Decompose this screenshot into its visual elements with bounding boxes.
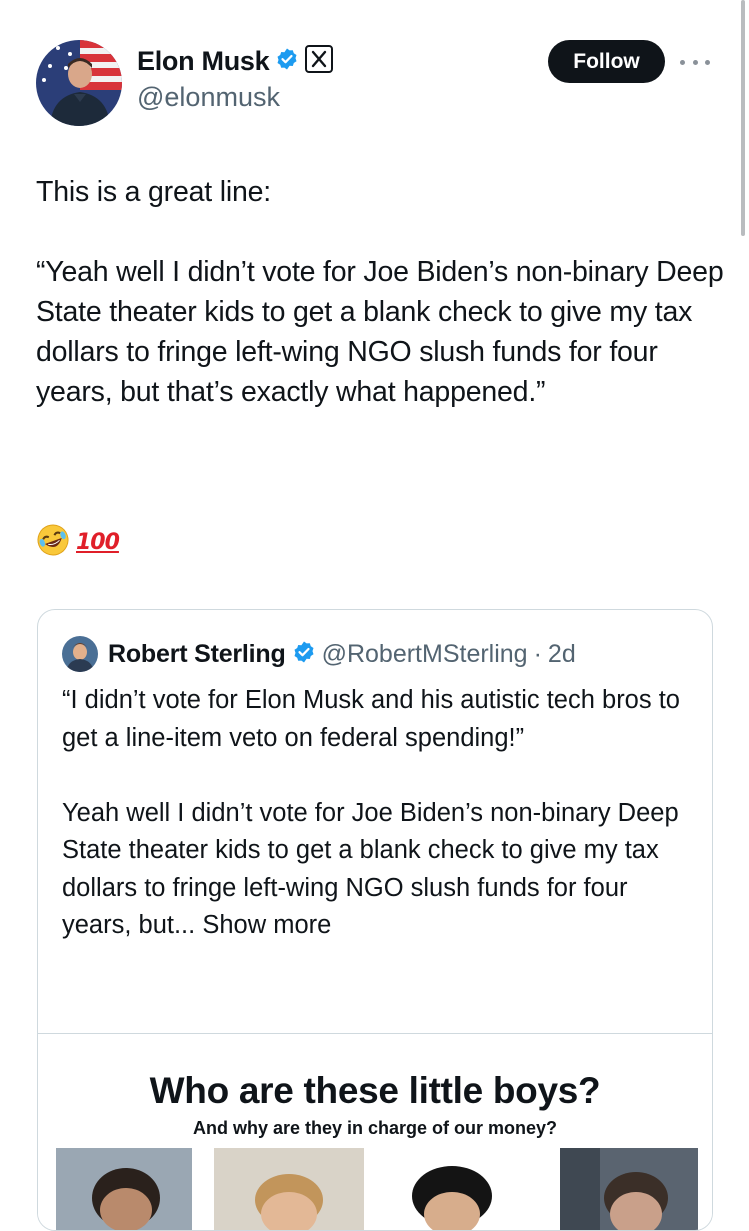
- quoted-post-text-container: “I didn’t vote for Elon Musk and his aut…: [62, 682, 692, 945]
- post-text: This is a great line: “Yeah well I didn’…: [36, 176, 724, 408]
- author-name-row: Elon Musk: [137, 45, 334, 78]
- quoted-author-handle[interactable]: @RobertMSterling: [322, 640, 528, 669]
- image-photo-4: [560, 1148, 698, 1230]
- author-name[interactable]: Elon Musk: [137, 46, 270, 77]
- quoted-post-image[interactable]: Who are these little boys? And why are t…: [38, 1033, 712, 1230]
- follow-button[interactable]: Follow: [548, 40, 665, 83]
- post-emojis: 100: [36, 523, 120, 562]
- ellipsis-icon[interactable]: [680, 56, 710, 68]
- image-photo-3: [376, 1148, 528, 1230]
- image-title: Who are these little boys?: [149, 1070, 601, 1111]
- image-photo-2: [214, 1148, 364, 1230]
- show-more-link[interactable]: Show more: [202, 911, 331, 939]
- author-handle[interactable]: @elonmusk: [137, 82, 280, 113]
- image-photo-1: [56, 1148, 192, 1230]
- scrollbar[interactable]: [741, 0, 745, 236]
- quoted-post-text: “I didn’t vote for Elon Musk and his aut…: [62, 686, 680, 939]
- hundred-emoji-icon: 100: [76, 530, 120, 555]
- verified-badge-icon[interactable]: [275, 47, 299, 76]
- quoted-post[interactable]: Robert Sterling @RobertMSterling · 2d “I…: [37, 609, 713, 1231]
- verified-badge-icon[interactable]: [292, 640, 316, 669]
- quoted-author-avatar[interactable]: [62, 636, 98, 672]
- quoted-post-time[interactable]: 2d: [548, 640, 576, 669]
- image-subtitle: And why are they in charge of our money?: [192, 1118, 558, 1138]
- quoted-post-header: Robert Sterling @RobertMSterling · 2d: [62, 636, 576, 672]
- separator-dot: ·: [533, 639, 542, 668]
- rofl-emoji-icon: [36, 523, 70, 562]
- x-logo-icon[interactable]: [305, 45, 334, 78]
- quoted-author-name[interactable]: Robert Sterling: [108, 640, 286, 669]
- author-avatar[interactable]: [36, 40, 122, 126]
